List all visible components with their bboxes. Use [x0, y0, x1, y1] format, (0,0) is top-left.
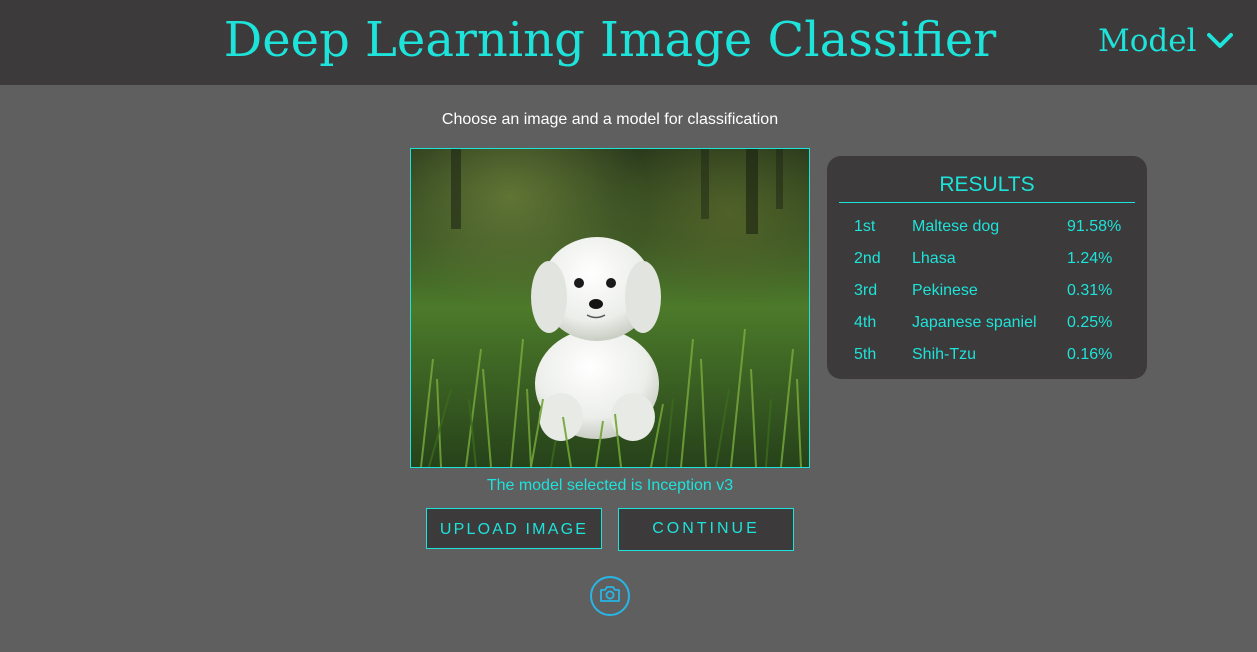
result-rank: 4th — [854, 314, 877, 331]
result-row: 3rd Pekinese 0.31% — [827, 279, 1147, 303]
app-title: Deep Learning Image Classifier — [223, 12, 997, 68]
result-score: 91.58% — [1067, 218, 1122, 235]
result-rank: 3rd — [854, 282, 878, 299]
result-row: 1st Maltese dog 91.58% — [827, 215, 1147, 239]
result-label: Maltese dog — [912, 218, 1000, 235]
result-rank: 1st — [854, 218, 876, 235]
result-label: Pekinese — [912, 282, 978, 299]
result-score: 0.25% — [1067, 314, 1113, 331]
model-dropdown-label: Model — [1098, 23, 1197, 59]
camera-button[interactable] — [590, 576, 630, 616]
result-rank: 2nd — [854, 250, 881, 267]
continue-button[interactable]: CONTINUE — [618, 508, 794, 551]
image-preview — [410, 148, 810, 468]
upload-image-button[interactable]: UPLOAD IMAGE — [426, 508, 602, 549]
result-label: Japanese spaniel — [912, 314, 1037, 331]
results-panel: RESULTS 1st Maltese dog 91.58% 2nd Lhasa… — [827, 156, 1147, 379]
top-bar: Deep Learning Image Classifier Model — [0, 0, 1257, 85]
result-row: 4th Japanese spaniel 0.25% — [827, 311, 1147, 335]
result-row: 5th Shih-Tzu 0.16% — [827, 343, 1147, 367]
chevron-down-icon — [1206, 32, 1233, 50]
model-dropdown[interactable]: Model — [1098, 20, 1233, 62]
result-score: 0.16% — [1067, 346, 1113, 363]
dog-photo — [411, 149, 809, 467]
result-score: 1.24% — [1067, 250, 1113, 267]
results-divider — [839, 202, 1135, 203]
result-score: 0.31% — [1067, 282, 1113, 299]
camera-icon — [599, 585, 621, 608]
result-rank: 5th — [854, 346, 877, 363]
instruction-text: Choose an image and a model for classifi… — [441, 111, 779, 128]
model-status-text: The model selected is Inception v3 — [486, 477, 734, 494]
result-label: Lhasa — [912, 250, 956, 267]
results-title: RESULTS — [939, 173, 1035, 196]
result-label: Shih-Tzu — [912, 346, 977, 363]
result-row: 2nd Lhasa 1.24% — [827, 247, 1147, 271]
